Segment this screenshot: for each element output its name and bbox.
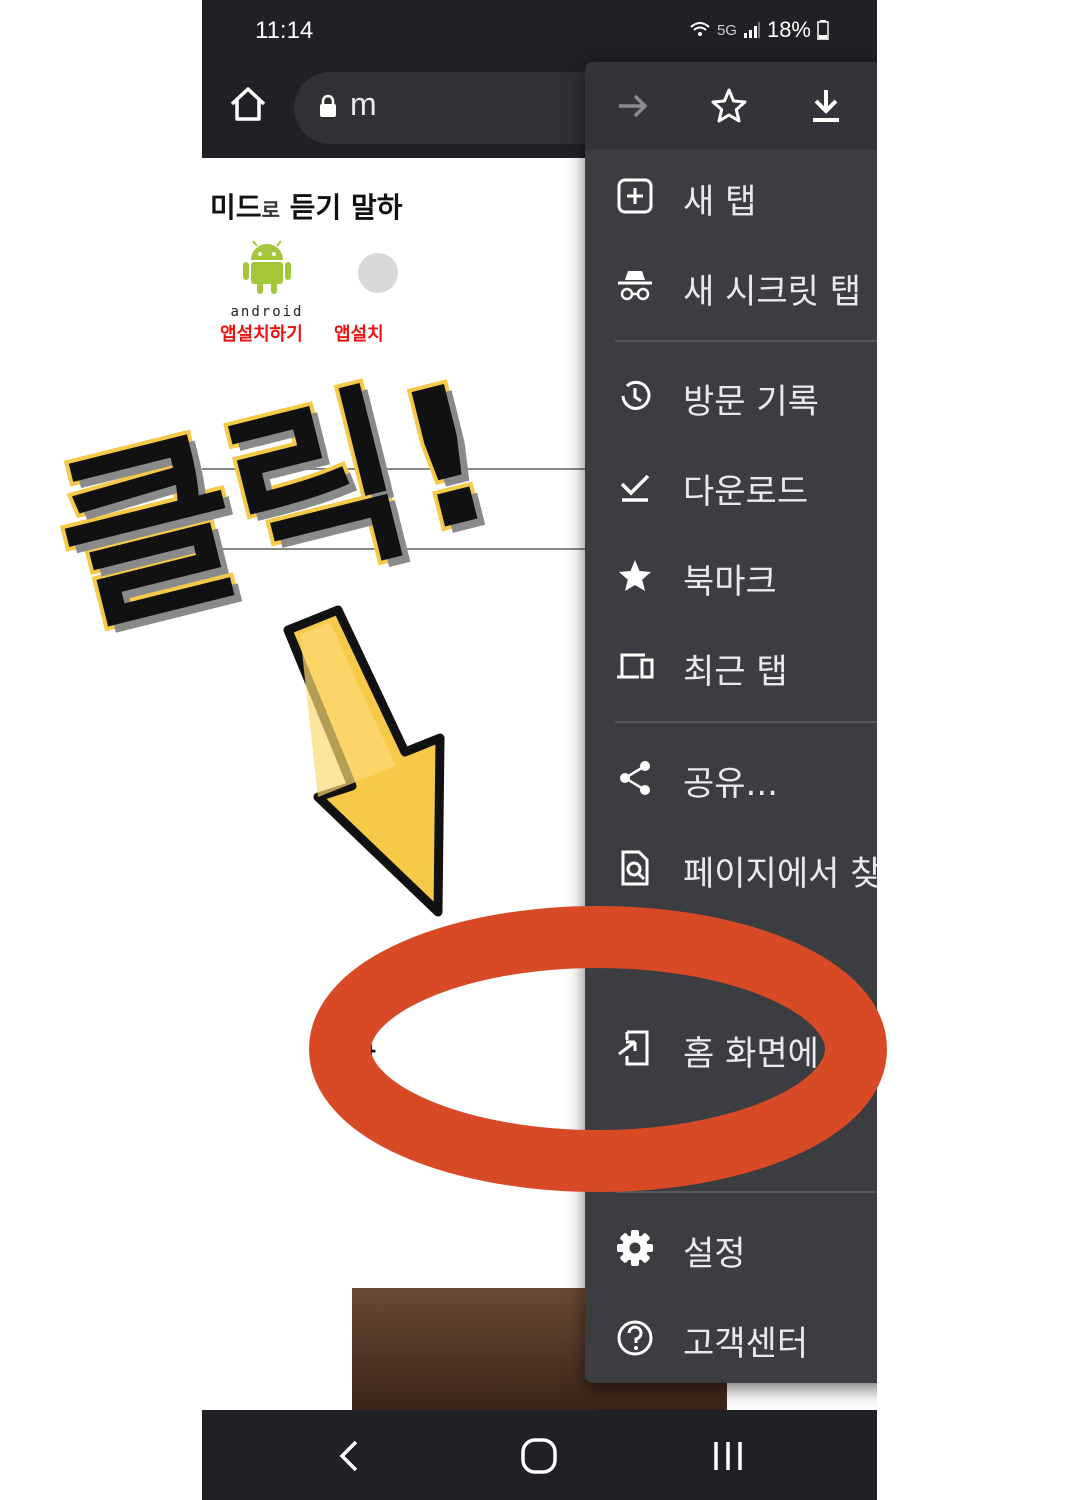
- menu-item-find-in-page[interactable]: 페이지에서 찾기: [585, 824, 877, 912]
- home-nav-icon[interactable]: [515, 1432, 563, 1480]
- menu-item-history[interactable]: 방문 기록: [585, 352, 877, 440]
- apple-logo-icon[interactable]: [358, 253, 398, 293]
- menu-item-new-incognito-tab[interactable]: 새 시크릿 탭: [585, 242, 877, 330]
- menu-item-label: 홈 화면에 추가: [683, 1034, 877, 1074]
- download-done-icon: [620, 474, 650, 502]
- menu-divider: [615, 721, 877, 723]
- back-nav-icon[interactable]: [326, 1432, 374, 1480]
- menu-item-label: 방문 기록: [683, 382, 819, 422]
- menu-item-help[interactable]: 고객센터: [585, 1294, 877, 1382]
- menu-item-partial[interactable]: [585, 1094, 877, 1182]
- menu-item-partial[interactable]: ...: [585, 914, 877, 1002]
- recents-nav-icon[interactable]: [704, 1432, 752, 1480]
- status-indicators: 5G 18%: [689, 17, 829, 43]
- new-tab-icon: [617, 178, 653, 214]
- browser-overflow-menu: 새 탭 새 시크릿 탭 방문 기록 다운로드 북마크 최근 탭 공유... 페이…: [585, 62, 877, 1383]
- menu-item-settings[interactable]: 설정: [585, 1204, 877, 1292]
- status-time: 11:14: [255, 17, 314, 44]
- page-text: 말: [352, 1044, 376, 1074]
- install-ios-link[interactable]: 앱설치: [334, 320, 384, 346]
- menu-item-bookmarks[interactable]: 북마크: [585, 532, 877, 620]
- menu-item-share[interactable]: 공유...: [585, 734, 877, 822]
- android-wordmark: android: [230, 304, 304, 320]
- add-to-home-icon: [618, 1030, 649, 1066]
- system-nav-bar: [202, 1410, 877, 1500]
- battery-percent: 18%: [766, 17, 811, 42]
- menu-item-label: 고객센터: [683, 1324, 809, 1364]
- download-icon[interactable]: [804, 84, 848, 128]
- home-icon[interactable]: [226, 82, 270, 126]
- menu-item-label: 북마크: [683, 562, 777, 602]
- network-type: 5G: [716, 21, 737, 39]
- history-icon: [621, 380, 651, 410]
- site-title-part1: 미드: [210, 191, 262, 224]
- menu-item-label: 새 시크릿 탭: [683, 272, 862, 312]
- menu-item-label: 새 탭: [683, 182, 757, 222]
- menu-item-label: 공유...: [683, 764, 778, 804]
- signal-icon: [743, 22, 760, 38]
- menu-item-label: ...: [683, 936, 716, 976]
- android-badge[interactable]: android: [222, 240, 312, 320]
- url-text: m: [350, 86, 377, 122]
- recent-tabs-icon: [617, 653, 654, 679]
- install-android-link[interactable]: 앱설치하기: [220, 320, 303, 346]
- site-title: 미드로 듣기 말하: [210, 186, 402, 226]
- menu-divider: [615, 340, 877, 342]
- site-title-small: 로: [261, 198, 280, 222]
- lock-icon: [320, 94, 336, 117]
- menu-item-add-to-home-screen[interactable]: 홈 화면에 추가: [585, 1004, 877, 1092]
- status-bar: 11:14 5G 18%: [202, 0, 877, 62]
- wifi-icon: [690, 22, 710, 36]
- share-icon: [620, 761, 650, 795]
- site-title-part2: 듣기 말하: [279, 191, 403, 224]
- menu-item-recent-tabs[interactable]: 최근 탭: [585, 622, 877, 710]
- menu-divider: [615, 1191, 877, 1193]
- battery-icon: [817, 20, 829, 40]
- help-icon: [617, 1320, 653, 1356]
- menu-item-downloads[interactable]: 다운로드: [585, 442, 877, 530]
- find-in-page-icon: [621, 850, 649, 886]
- menu-icon-bar: [585, 62, 877, 150]
- android-logo-icon: [243, 240, 291, 294]
- menu-item-label: 최근 탭: [683, 652, 788, 692]
- menu-item-label: 페이지에서 찾기: [683, 854, 877, 894]
- star-icon[interactable]: [707, 84, 751, 128]
- phone-screen: 11:14 5G 18% m 미드로 듣기 말하 android 앱설치하기 앱…: [202, 0, 877, 1500]
- bookmark-star-icon: [619, 560, 651, 591]
- forward-icon[interactable]: [611, 84, 655, 128]
- menu-item-label: 설정: [683, 1234, 746, 1274]
- settings-icon: [617, 1230, 653, 1266]
- menu-item-label: 다운로드: [683, 472, 809, 512]
- incognito-icon: [618, 271, 652, 301]
- page-text: 미: [352, 1084, 376, 1114]
- menu-item-new-tab[interactable]: 새 탭: [585, 152, 877, 240]
